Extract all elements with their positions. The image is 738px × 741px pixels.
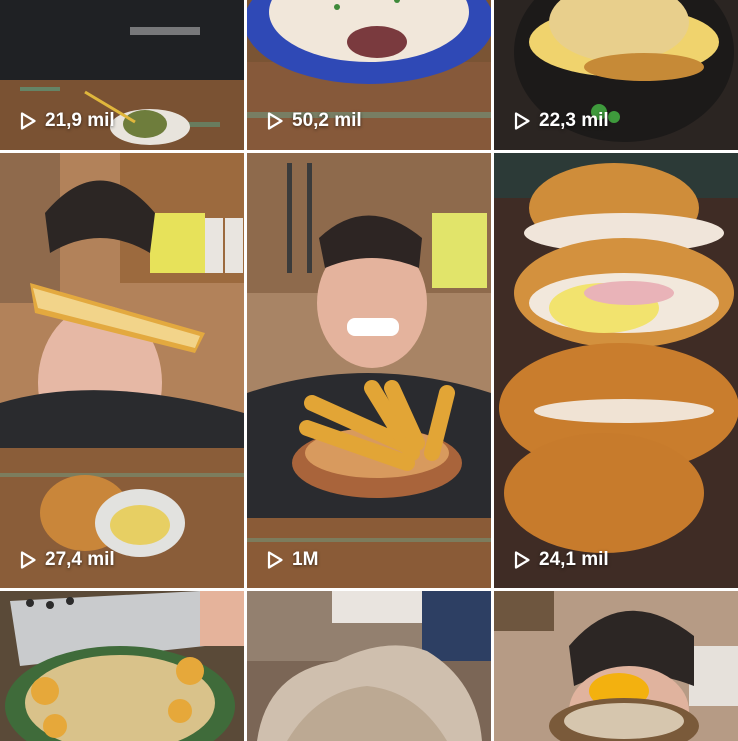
play-outline-icon	[267, 112, 283, 130]
video-thumbnail-5[interactable]: 1M	[247, 153, 491, 588]
view-count-label: 27,4 mil	[45, 549, 115, 570]
view-count-label: 1M	[292, 549, 319, 570]
video-thumbnail-6[interactable]: 24,1 mil	[494, 153, 738, 588]
view-count-label: 22,3 mil	[539, 110, 609, 131]
video-thumbnail-2[interactable]: 50,2 mil	[247, 0, 491, 150]
view-count: 21,9 mil	[18, 110, 115, 132]
thumbnail-image	[494, 591, 738, 741]
play-outline-icon	[514, 112, 530, 130]
thumbnail-image	[247, 591, 491, 741]
video-thumbnail-9[interactable]	[494, 591, 738, 741]
thumbnail-image	[0, 153, 244, 588]
thumbnail-image	[0, 591, 244, 741]
view-count: 22,3 mil	[512, 110, 609, 132]
view-count: 24,1 mil	[512, 549, 609, 571]
video-thumbnail-4[interactable]: 27,4 mil	[0, 153, 244, 588]
view-count: 27,4 mil	[18, 549, 115, 571]
thumbnail-image	[494, 153, 738, 588]
thumbnail-image	[247, 153, 491, 588]
play-outline-icon	[267, 551, 283, 569]
play-outline-icon	[514, 551, 530, 569]
view-count: 50,2 mil	[265, 110, 362, 132]
play-outline-icon	[20, 551, 36, 569]
view-count: 1M	[265, 549, 318, 571]
video-thumbnail-7[interactable]	[0, 591, 244, 741]
view-count-label: 24,1 mil	[539, 549, 609, 570]
video-thumbnail-1[interactable]: 21,9 mil	[0, 0, 244, 150]
video-thumbnail-3[interactable]: 22,3 mil	[494, 0, 738, 150]
video-thumbnail-8[interactable]	[247, 591, 491, 741]
play-outline-icon	[20, 112, 36, 130]
video-grid: 21,9 mil 50,2 mil 22,3 mil 27,4 mil 1M 2…	[0, 0, 738, 741]
view-count-label: 21,9 mil	[45, 110, 115, 131]
view-count-label: 50,2 mil	[292, 110, 362, 131]
